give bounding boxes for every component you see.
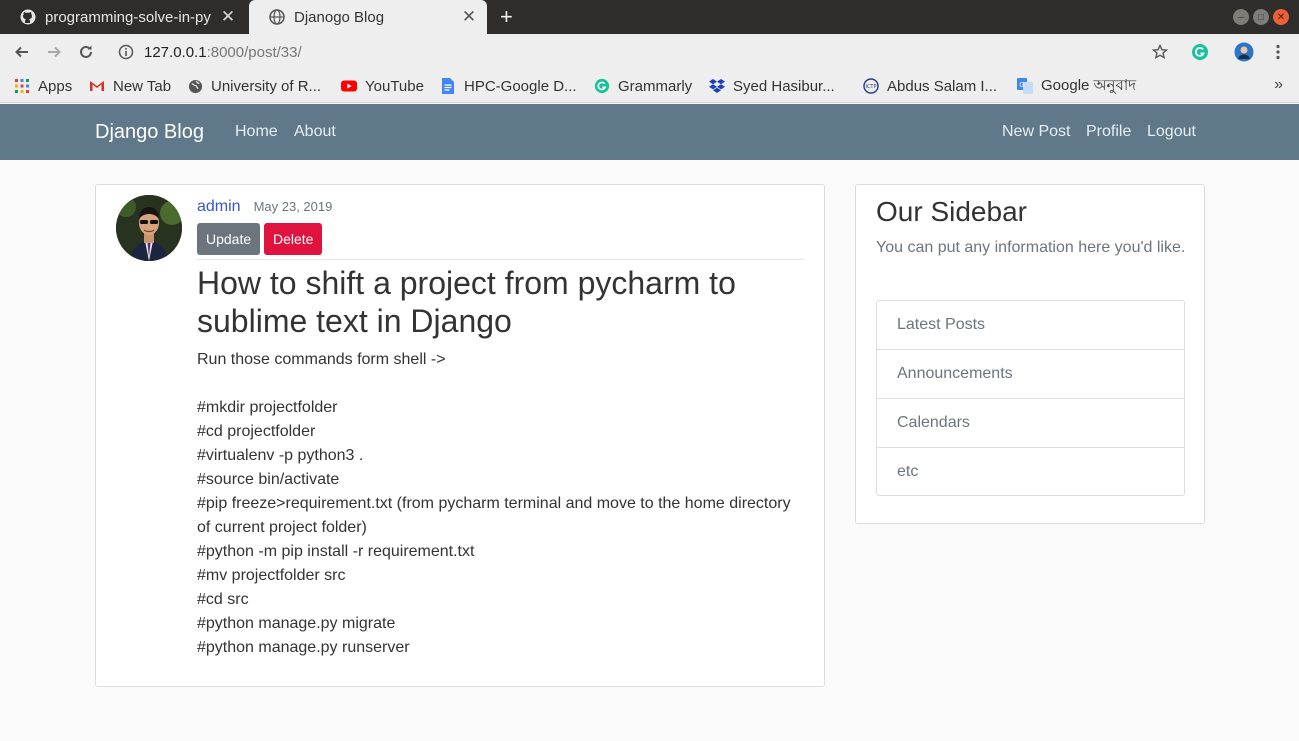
- bookmark-label: Google অনুবাদ: [1041, 76, 1137, 94]
- site-navbar: Django Blog Home About New Post Profile …: [0, 104, 1299, 160]
- bookmark-university[interactable]: University of R...: [187, 76, 321, 96]
- tab-close-icon[interactable]: ✕: [461, 7, 477, 27]
- sidebar-item-calendars[interactable]: Calendars: [877, 399, 1184, 448]
- author-avatar: [116, 195, 182, 261]
- nav-link-logout[interactable]: Logout: [1147, 123, 1196, 141]
- nav-link-profile[interactable]: Profile: [1086, 123, 1131, 141]
- bookmark-star-icon[interactable]: [1150, 42, 1170, 62]
- window-controls: – □ ✕: [1233, 9, 1289, 25]
- browser-menu-icon[interactable]: [1268, 42, 1288, 62]
- bookmarks-bar: Apps New Tab University of R... YouTube …: [0, 70, 1299, 103]
- dropbox-icon: [709, 78, 725, 94]
- post-date: May 23, 2019: [253, 199, 333, 214]
- bookmark-hpc-google-docs[interactable]: HPC-Google D...: [440, 76, 577, 96]
- bookmark-new-tab[interactable]: New Tab: [89, 76, 171, 96]
- grammarly-extension-icon[interactable]: [1190, 42, 1210, 62]
- nav-link-home[interactable]: Home: [235, 123, 278, 141]
- bookmark-google-translate[interactable]: G Google অনুবাদ: [1017, 76, 1136, 96]
- post-body-line: #mv projectfolder src: [197, 567, 346, 584]
- post-body-line: #python -m pip install -r requirement.tx…: [197, 543, 475, 560]
- url-path: :8000/post/33/: [206, 43, 302, 61]
- reload-icon[interactable]: [74, 40, 98, 64]
- sidebar-item-etc[interactable]: etc: [877, 448, 1184, 495]
- tab-title: Djanogo Blog: [294, 8, 385, 26]
- update-button[interactable]: Update: [197, 223, 261, 255]
- post-body-line: #python manage.py migrate: [197, 615, 396, 632]
- minimize-button[interactable]: –: [1233, 9, 1249, 25]
- bookmark-label: University of R...: [211, 77, 322, 95]
- url-host: 127.0.0.1: [144, 43, 207, 61]
- post-body-line: #mkdir projectfolder: [197, 399, 338, 416]
- youtube-icon: [341, 78, 357, 94]
- author-link[interactable]: admin: [197, 198, 241, 216]
- github-icon: [20, 9, 36, 25]
- bookmark-label: Apps: [38, 77, 73, 95]
- svg-text:G: G: [1019, 81, 1024, 89]
- post-body: Run those commands form shell -> #mkdir …: [197, 348, 805, 660]
- tab-title: programming-solve-in-py: [45, 8, 211, 26]
- tab-djanogo-blog[interactable]: Djanogo Blog ✕: [249, 0, 487, 34]
- bookmark-label: YouTube: [365, 77, 424, 95]
- post-article: admin May 23, 2019 Update Delete How to …: [95, 184, 825, 687]
- translate-icon: G: [1017, 78, 1033, 94]
- delete-button[interactable]: Delete: [264, 223, 323, 255]
- meta-divider: [197, 259, 805, 260]
- sidebar-item-announcements[interactable]: Announcements: [877, 350, 1184, 399]
- post-body-line: Run those commands form shell ->: [197, 351, 446, 368]
- bookmarks-overflow-button[interactable]: »: [1274, 76, 1283, 94]
- post-body-line: #source bin/activate: [197, 471, 340, 488]
- tab-close-icon[interactable]: ✕: [220, 7, 236, 27]
- sidebar-item-latest-posts[interactable]: Latest Posts: [877, 301, 1184, 350]
- back-arrow-icon[interactable]: [10, 40, 34, 64]
- globe-icon: [269, 9, 285, 25]
- forward-arrow-icon[interactable]: [42, 40, 66, 64]
- profile-avatar-icon[interactable]: [1234, 42, 1254, 62]
- bookmark-label: Abdus Salam I...: [887, 77, 998, 95]
- tab-programming-solve[interactable]: programming-solve-in-py ✕: [0, 0, 246, 34]
- address-bar[interactable]: 127.0.0.1:8000/post/33/: [108, 37, 1188, 67]
- docs-icon: [440, 78, 456, 94]
- post-body-line: #cd projectfolder: [197, 423, 316, 440]
- bookmark-label: Grammarly: [618, 77, 693, 95]
- browser-tab-strip: programming-solve-in-py ✕ Djanogo Blog ✕…: [0, 0, 1299, 34]
- bookmark-grammarly[interactable]: Grammarly: [594, 76, 692, 96]
- post-meta: admin May 23, 2019: [197, 198, 332, 216]
- svg-text:ICTP: ICTP: [865, 84, 876, 90]
- sidebar-description: You can put any information here you'd l…: [876, 239, 1186, 256]
- ictp-icon: ICTP: [863, 78, 879, 94]
- new-tab-button[interactable]: +: [500, 4, 513, 30]
- grammarly-icon: [594, 78, 610, 94]
- globe-icon: [187, 78, 203, 94]
- bookmark-label: New Tab: [113, 77, 172, 95]
- sidebar-title: Our Sidebar: [876, 196, 1027, 227]
- bookmark-abdus-salam[interactable]: ICTP Abdus Salam I...: [863, 76, 997, 96]
- bookmark-syed-hasibur[interactable]: Syed Hasibur...: [709, 76, 835, 96]
- close-window-button[interactable]: ✕: [1273, 9, 1289, 25]
- site-brand[interactable]: Django Blog: [95, 121, 204, 144]
- post-body-line: #python manage.py runserver: [197, 639, 410, 656]
- post-body-line: [197, 372, 805, 396]
- sidebar: Our Sidebar You can put any information …: [855, 184, 1205, 524]
- gmail-icon: [89, 78, 105, 94]
- apps-grid-icon: [14, 78, 30, 94]
- bookmark-youtube[interactable]: YouTube: [341, 76, 424, 96]
- nav-link-new-post[interactable]: New Post: [1002, 123, 1070, 141]
- maximize-button[interactable]: □: [1253, 9, 1269, 25]
- bookmark-apps[interactable]: Apps: [14, 76, 72, 96]
- nav-link-about[interactable]: About: [294, 123, 336, 141]
- bookmark-label: HPC-Google D...: [464, 77, 577, 95]
- browser-toolbar: 127.0.0.1:8000/post/33/: [0, 34, 1299, 70]
- bookmark-label: Syed Hasibur...: [733, 77, 835, 95]
- post-title: How to shift a project from pycharm to s…: [197, 265, 736, 339]
- post-body-line: #pip freeze>requirement.txt (from pychar…: [197, 495, 796, 536]
- post-body-line: #cd src: [197, 591, 249, 608]
- info-icon[interactable]: [118, 44, 134, 60]
- post-body-line: #virtualenv -p python3 .: [197, 447, 364, 464]
- sidebar-list: Latest Posts Announcements Calendars etc: [876, 300, 1185, 496]
